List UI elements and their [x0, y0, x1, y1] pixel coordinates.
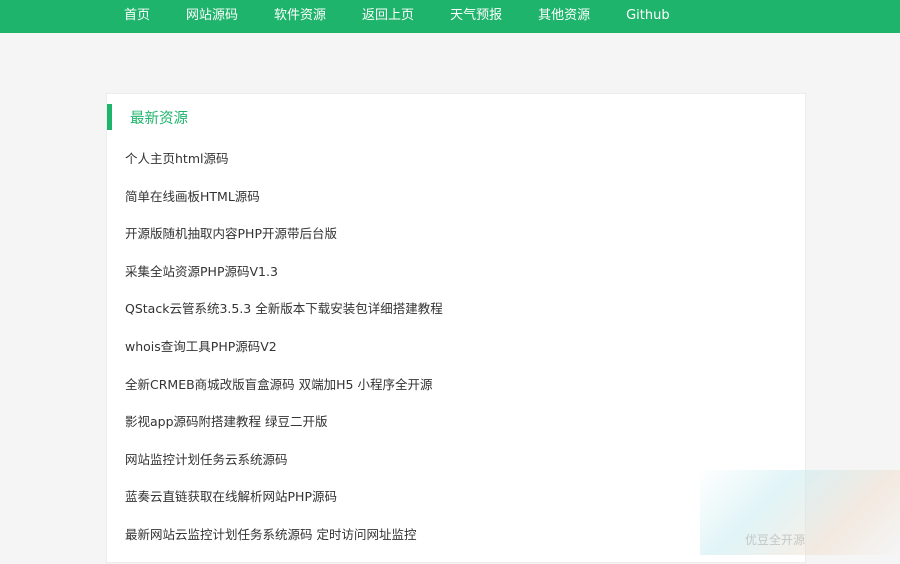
list-item: 开源版随机抽取内容PHP开源带后台版	[125, 225, 795, 263]
watermark-text: 优豆全开源	[745, 533, 806, 547]
resource-link[interactable]: 个人主页html源码	[125, 151, 228, 166]
resource-list: 个人主页html源码 简单在线画板HTML源码 开源版随机抽取内容PHP开源带后…	[125, 150, 795, 564]
resource-link[interactable]: 网站监控计划任务云系统源码	[125, 452, 288, 467]
nav-list: 首页 网站源码 软件资源 返回上页 天气预报 其他资源 Github	[0, 0, 900, 31]
list-item: 最新网站云监控计划任务系统源码 定时访问网址监控	[125, 526, 795, 564]
resource-link[interactable]: 蓝奏云直链获取在线解析网站PHP源码	[125, 489, 337, 504]
panel-title: 最新资源	[130, 111, 188, 127]
accent-bar	[107, 104, 112, 130]
resource-link[interactable]: 全新CRMEB商城改版盲盒源码 双端加H5 小程序全开源	[125, 377, 432, 392]
nav-item-weather: 天气预报	[432, 0, 520, 31]
list-item: QStack云管系统3.5.3 全新版本下载安装包详细搭建教程	[125, 300, 795, 338]
list-item: 影视app源码附搭建教程 绿豆二开版	[125, 413, 795, 451]
nav-item-other: 其他资源	[520, 0, 608, 31]
resource-link[interactable]: whois查询工具PHP源码V2	[125, 339, 277, 354]
panel-header: 最新资源	[107, 94, 805, 140]
list-item: 个人主页html源码	[125, 150, 795, 188]
resource-link[interactable]: QStack云管系统3.5.3 全新版本下载安装包详细搭建教程	[125, 301, 443, 316]
nav-link-other[interactable]: 其他资源	[520, 0, 608, 31]
resource-link[interactable]: 简单在线画板HTML源码	[125, 189, 260, 204]
nav-item-home: 首页	[106, 0, 168, 31]
nav-item-website-source: 网站源码	[168, 0, 256, 31]
nav-item-github: Github	[608, 0, 688, 31]
nav-link-weather[interactable]: 天气预报	[432, 0, 520, 31]
top-nav: 首页 网站源码 软件资源 返回上页 天气预报 其他资源 Github	[0, 0, 900, 33]
list-item: whois查询工具PHP源码V2	[125, 338, 795, 376]
nav-item-back: 返回上页	[344, 0, 432, 31]
resource-link[interactable]: 最新网站云监控计划任务系统源码 定时访问网址监控	[125, 527, 416, 542]
nav-link-website-source[interactable]: 网站源码	[168, 0, 256, 31]
list-item: 全新CRMEB商城改版盲盒源码 双端加H5 小程序全开源	[125, 376, 795, 414]
list-item: 简单在线画板HTML源码	[125, 188, 795, 226]
resource-link[interactable]: 开源版随机抽取内容PHP开源带后台版	[125, 226, 337, 241]
nav-link-software[interactable]: 软件资源	[256, 0, 344, 31]
nav-item-software: 软件资源	[256, 0, 344, 31]
nav-link-back[interactable]: 返回上页	[344, 0, 432, 31]
resource-link[interactable]: 影视app源码附搭建教程 绿豆二开版	[125, 414, 328, 429]
list-item: 蓝奏云直链获取在线解析网站PHP源码	[125, 488, 795, 526]
nav-link-github[interactable]: Github	[608, 0, 688, 31]
resource-link[interactable]: 采集全站资源PHP源码V1.3	[125, 264, 278, 279]
nav-link-home[interactable]: 首页	[106, 0, 168, 31]
list-item: 网站监控计划任务云系统源码	[125, 451, 795, 489]
list-item: 采集全站资源PHP源码V1.3	[125, 263, 795, 301]
